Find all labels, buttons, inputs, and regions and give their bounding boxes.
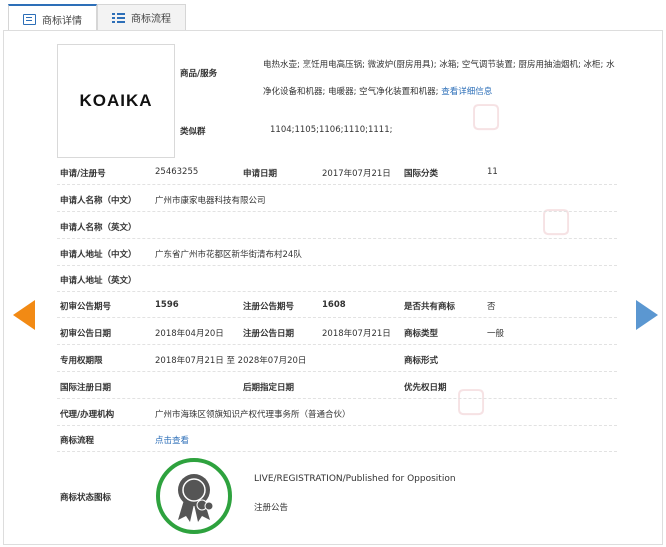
reg-no-value: 25463255 bbox=[155, 167, 199, 177]
address-en-label: 申请人地址（英文） bbox=[60, 276, 137, 286]
similar-group-label: 类似群 bbox=[180, 127, 206, 137]
reg-date-value: 2018年07月21日 bbox=[322, 329, 391, 339]
list-icon bbox=[112, 12, 125, 23]
later-date-label: 后期指定日期 bbox=[243, 383, 295, 393]
tab-bar: 商标详情 商标流程 bbox=[8, 4, 186, 32]
intl-class-value: 11 bbox=[487, 167, 498, 177]
row-divider bbox=[57, 238, 617, 239]
status-label: 商标状态图标 bbox=[60, 493, 112, 503]
mark-form-label: 商标形式 bbox=[404, 356, 439, 366]
similar-group-value: 1104;1105;1106;1110;1111; bbox=[270, 125, 393, 135]
shared-label: 是否共有商标 bbox=[404, 302, 456, 312]
prev-arrow-icon[interactable] bbox=[13, 300, 35, 330]
reg-issue-value: 1608 bbox=[322, 300, 346, 310]
next-arrow-icon[interactable] bbox=[636, 300, 658, 330]
reg-no-label: 申请/注册号 bbox=[60, 169, 106, 179]
address-cn-label: 申请人地址（中文） bbox=[60, 250, 137, 260]
prelim-issue-value: 1596 bbox=[155, 300, 179, 310]
applicant-cn-value: 广州市康家电器科技有限公司 bbox=[155, 196, 266, 206]
status-en: LIVE/REGISTRATION/Published for Oppositi… bbox=[254, 474, 456, 484]
row-divider bbox=[57, 425, 617, 426]
intl-class-label: 国际分类 bbox=[404, 169, 439, 179]
watermark: ▢ bbox=[540, 200, 573, 240]
prelim-issue-label: 初审公告期号 bbox=[60, 302, 112, 312]
award-seal-icon bbox=[178, 474, 214, 522]
row-divider bbox=[57, 371, 617, 372]
reg-date-label: 注册公告日期 bbox=[243, 329, 295, 339]
agent-label: 代理/办理机构 bbox=[60, 410, 115, 420]
exclusive-value: 2018年07月21日 至 2028年07月20日 bbox=[155, 356, 307, 366]
applicant-en-label: 申请人名称（英文） bbox=[60, 223, 137, 233]
tab-trademark-details[interactable]: 商标详情 bbox=[8, 4, 97, 32]
view-flow-link[interactable]: 点击查看 bbox=[155, 434, 189, 446]
trademark-logo-text: KOAIKA bbox=[79, 91, 153, 110]
row-divider bbox=[57, 291, 617, 292]
apply-date-label: 申请日期 bbox=[243, 169, 278, 179]
row-divider bbox=[57, 398, 617, 399]
row-divider bbox=[57, 451, 617, 452]
agent-value: 广州市海珠区领旗知识产权代理事务所（普通合伙） bbox=[155, 410, 351, 420]
address-cn-value: 广东省广州市花都区新华街清布村24队 bbox=[155, 250, 302, 260]
flow-label: 商标流程 bbox=[60, 436, 95, 446]
priority-date-label: 优先权日期 bbox=[404, 383, 447, 393]
id-card-icon bbox=[23, 13, 36, 25]
row-divider bbox=[57, 265, 617, 266]
reg-issue-label: 注册公告期号 bbox=[243, 302, 295, 312]
applicant-cn-label: 申请人名称（中文） bbox=[60, 196, 137, 206]
intl-reg-date-label: 国际注册日期 bbox=[60, 383, 112, 393]
goods-label: 商品/服务 bbox=[180, 69, 218, 79]
trademark-image: KOAIKA bbox=[57, 44, 175, 158]
prelim-date-label: 初审公告日期 bbox=[60, 329, 112, 339]
goods-text: 电热水壶; 烹饪用电高压锅; 微波炉(厨房用具); 冰箱; 空气调节装置; 厨房… bbox=[263, 60, 615, 97]
goods-list: 电热水壶; 烹饪用电高压锅; 微波炉(厨房用具); 冰箱; 空气调节装置; 厨房… bbox=[263, 52, 618, 106]
row-divider bbox=[57, 344, 617, 345]
mark-type-label: 商标类型 bbox=[404, 329, 439, 339]
exclusive-label: 专用权期限 bbox=[60, 356, 103, 366]
registered-status-icon bbox=[156, 458, 232, 534]
apply-date-value: 2017年07月21日 bbox=[322, 169, 391, 179]
mark-type-value: 一般 bbox=[487, 329, 505, 339]
shared-value: 否 bbox=[487, 302, 496, 312]
watermark: ▢ bbox=[455, 380, 488, 420]
view-details-link[interactable]: 查看详细信息 bbox=[441, 87, 492, 97]
status-cn: 注册公告 bbox=[254, 503, 289, 513]
prelim-date-value: 2018年04月20日 bbox=[155, 329, 224, 339]
tab-label: 商标流程 bbox=[131, 14, 171, 25]
row-divider bbox=[57, 211, 617, 212]
tab-trademark-flow[interactable]: 商标流程 bbox=[97, 4, 186, 30]
row-divider bbox=[57, 184, 617, 185]
tab-label: 商标详情 bbox=[42, 15, 82, 27]
row-divider bbox=[57, 317, 617, 318]
